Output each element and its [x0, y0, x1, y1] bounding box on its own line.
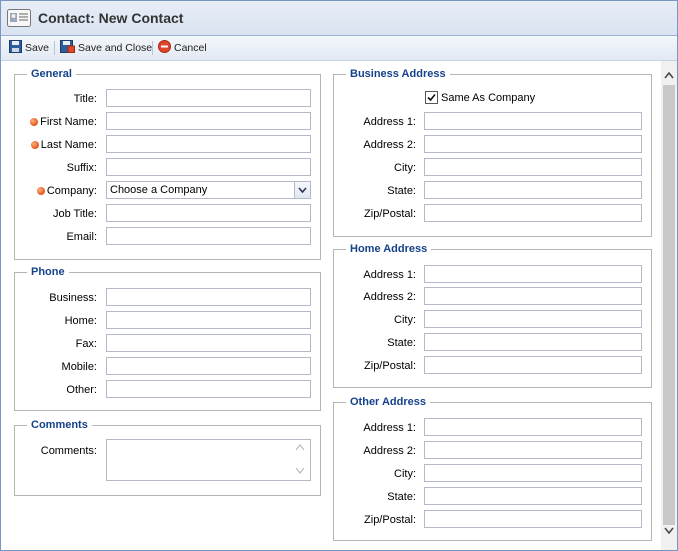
other-city-field[interactable]	[424, 464, 642, 482]
other-address2-field[interactable]	[424, 441, 642, 459]
form-content: General Title: First Name: Last Name: Su…	[1, 61, 661, 550]
required-dot-icon	[30, 118, 39, 126]
home-phone-field[interactable]	[106, 311, 311, 329]
company-select[interactable]: Choose a Company	[106, 181, 311, 199]
home-address-group: Home Address Address 1: Address 2: City:…	[333, 243, 652, 388]
mobile-label: Mobile:	[61, 361, 97, 373]
business-address1-label: Address 1:	[363, 116, 416, 128]
other-address1-label: Address 1:	[363, 422, 416, 434]
fax-field[interactable]	[106, 334, 311, 352]
title-bar: Contact: New Contact	[1, 1, 677, 36]
other-phone-label: Other:	[66, 384, 97, 396]
home-state-label: State:	[387, 337, 416, 349]
comments-legend: Comments	[27, 419, 92, 431]
comments-textarea[interactable]	[106, 439, 311, 481]
fax-label: Fax:	[75, 338, 97, 350]
toolbar-separator	[152, 41, 153, 55]
other-zip-label: Zip/Postal:	[364, 514, 416, 526]
business-zip-field[interactable]	[424, 204, 642, 222]
general-legend: General	[27, 68, 76, 80]
other-address1-field[interactable]	[424, 418, 642, 436]
chevron-down-icon[interactable]	[294, 182, 310, 198]
other-address-group: Other Address Address 1: Address 2: City…	[333, 396, 652, 541]
suffix-field[interactable]	[106, 158, 311, 176]
home-zip-label: Zip/Postal:	[364, 360, 416, 372]
same-as-company-label: Same As Company	[441, 92, 536, 104]
company-select-value: Choose a Company	[110, 184, 208, 196]
required-dot-icon	[36, 187, 45, 195]
other-zip-field[interactable]	[424, 510, 642, 528]
cancel-icon	[158, 40, 171, 56]
save-and-close-label: Save and Close	[78, 42, 153, 54]
scroll-down-icon[interactable]	[661, 523, 677, 539]
save-label: Save	[25, 42, 49, 54]
title-field[interactable]	[106, 89, 311, 107]
floppy-disk-icon	[9, 40, 22, 56]
scrollbar-thumb[interactable]	[663, 85, 675, 525]
phone-group: Phone Business: Home: Fax: Mobile: Other…	[14, 266, 321, 411]
first-name-label: First Name:	[40, 116, 97, 128]
home-address-legend: Home Address	[346, 243, 432, 255]
business-city-field[interactable]	[424, 158, 642, 176]
home-phone-label: Home:	[64, 315, 97, 327]
business-address-legend: Business Address	[346, 68, 450, 80]
other-phone-field[interactable]	[106, 380, 311, 398]
other-address-legend: Other Address	[346, 396, 431, 408]
scroll-up-icon[interactable]	[661, 67, 677, 83]
home-state-field[interactable]	[424, 333, 642, 351]
other-address2-label: Address 2:	[363, 445, 416, 457]
business-zip-label: Zip/Postal:	[364, 208, 416, 220]
required-dot-icon	[30, 141, 39, 149]
business-state-field[interactable]	[424, 181, 642, 199]
comments-label: Comments:	[40, 445, 97, 457]
home-city-label: City:	[394, 314, 416, 326]
general-group: General Title: First Name: Last Name: Su…	[14, 68, 321, 260]
cancel-label: Cancel	[174, 42, 207, 54]
home-address1-label: Address 1:	[363, 269, 416, 281]
mobile-field[interactable]	[106, 357, 311, 375]
home-address2-label: Address 2:	[363, 291, 416, 303]
business-address-group: Business Address Same As Company Address…	[333, 68, 652, 237]
business-address2-field[interactable]	[424, 135, 642, 153]
first-name-field[interactable]	[106, 112, 311, 130]
business-address2-label: Address 2:	[363, 139, 416, 151]
toolbar-separator	[54, 41, 55, 55]
contact-card-icon	[7, 9, 31, 27]
home-address1-field[interactable]	[424, 265, 642, 283]
other-city-label: City:	[394, 468, 416, 480]
home-city-field[interactable]	[424, 310, 642, 328]
title-label: Title:	[73, 93, 97, 105]
other-state-field[interactable]	[424, 487, 642, 505]
last-name-label: Last Name:	[40, 139, 97, 151]
same-as-company-checkbox[interactable]	[425, 91, 438, 104]
textarea-scroll-up-icon[interactable]	[295, 442, 305, 454]
job-title-field[interactable]	[106, 204, 311, 222]
window-title: Contact: New Contact	[38, 10, 184, 26]
business-city-label: City:	[394, 162, 416, 174]
home-address2-field[interactable]	[424, 287, 642, 305]
toolbar: Save Save and Close Cancel	[1, 36, 677, 61]
save-button[interactable]: Save	[9, 40, 49, 56]
home-zip-field[interactable]	[424, 356, 642, 374]
business-phone-field[interactable]	[106, 288, 311, 306]
suffix-label: Suffix:	[66, 162, 97, 174]
contact-window: Contact: New Contact Save Save and Close…	[0, 0, 678, 551]
business-address1-field[interactable]	[424, 112, 642, 130]
save-and-close-button[interactable]: Save and Close	[60, 40, 152, 56]
company-label: Company:	[46, 185, 97, 197]
comments-group: Comments Comments:	[14, 419, 321, 496]
last-name-field[interactable]	[106, 135, 311, 153]
phone-legend: Phone	[27, 266, 69, 278]
other-state-label: State:	[387, 491, 416, 503]
vertical-scrollbar[interactable]	[661, 61, 677, 550]
floppy-disk-close-icon	[60, 40, 75, 56]
business-phone-label: Business:	[49, 292, 97, 304]
business-state-label: State:	[387, 185, 416, 197]
textarea-scroll-down-icon[interactable]	[295, 466, 305, 478]
email-label: Email:	[66, 231, 97, 243]
job-title-label: Job Title:	[52, 208, 97, 220]
cancel-button[interactable]: Cancel	[158, 40, 207, 56]
email-field[interactable]	[106, 227, 311, 245]
